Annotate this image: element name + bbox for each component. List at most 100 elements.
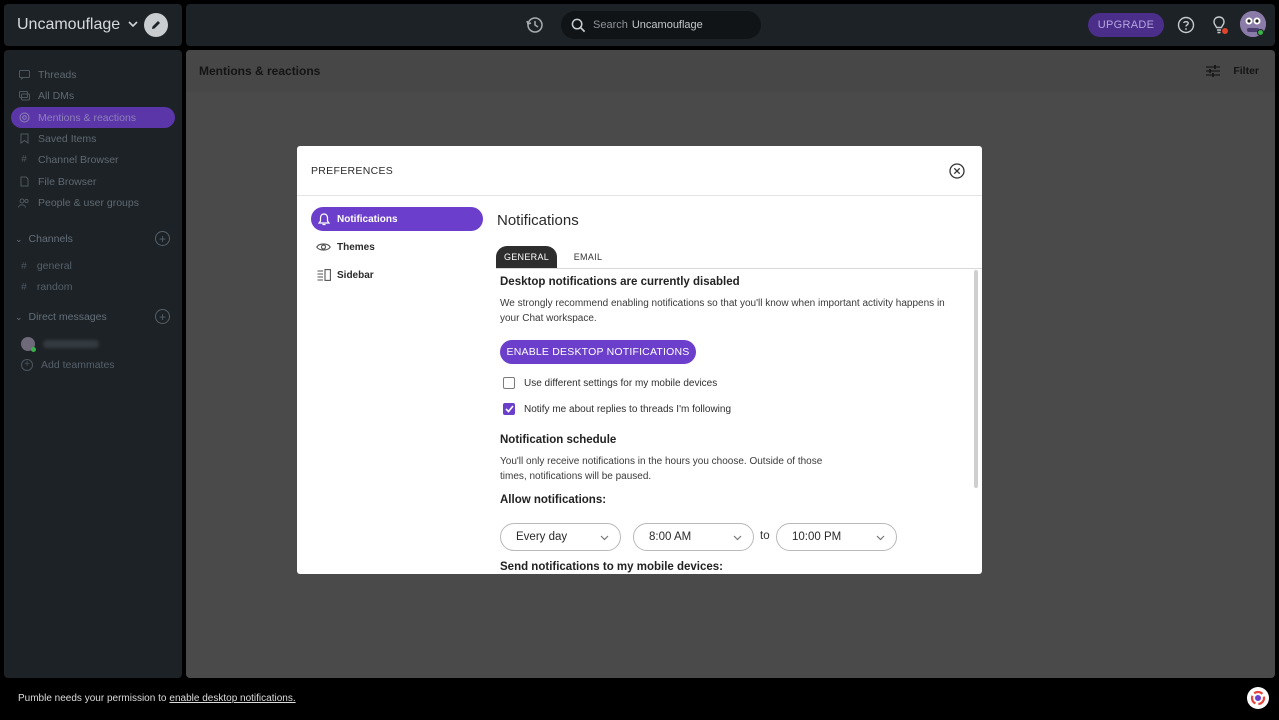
upgrade-button[interactable]: UPGRADE	[1088, 13, 1164, 37]
chevron-down-icon[interactable]: ⌄	[15, 312, 23, 323]
at-icon	[18, 112, 30, 124]
pref-nav-themes[interactable]: Themes	[311, 235, 483, 259]
preferences-nav: Notifications Themes Sidebar	[311, 207, 483, 291]
mobile-heading: Send notifications to my mobile devices:	[500, 561, 724, 573]
plus-circle-icon: +	[21, 359, 33, 371]
file-icon	[18, 176, 30, 188]
dm-item[interactable]	[21, 337, 99, 352]
thread-replies-checkbox[interactable]	[503, 403, 515, 415]
avatar	[21, 337, 36, 352]
sidebar-item-mentions[interactable]: Mentions & reactions	[11, 107, 175, 128]
pref-nav-label: Notifications	[337, 213, 398, 225]
eye-icon	[316, 240, 331, 255]
filter-button[interactable]: Filter	[1206, 64, 1259, 78]
sliders-icon	[1206, 65, 1221, 77]
checkbox-label: Use different settings for my mobile dev…	[524, 377, 718, 389]
search-workspace: Uncamouflage	[631, 19, 703, 31]
pencil-icon	[152, 21, 160, 29]
pumble-logo-icon[interactable]	[1247, 687, 1269, 709]
pref-nav-notifications[interactable]: Notifications	[311, 207, 483, 231]
from-time-value: 8:00 AM	[649, 531, 692, 543]
notifications-scroll-area[interactable]: Desktop notifications are currently disa…	[496, 270, 982, 574]
from-time-select[interactable]: 8:00 AM	[633, 523, 754, 551]
hash-icon: #	[21, 260, 27, 272]
disabled-text: We strongly recommend enabling notificat…	[500, 298, 945, 324]
mobile-settings-checkbox-row[interactable]: Use different settings for my mobile dev…	[503, 377, 717, 389]
online-status-dot	[1257, 29, 1264, 36]
scrollbar[interactable]	[974, 270, 978, 488]
to-time-value: 10:00 PM	[792, 531, 842, 543]
schedule-heading: Notification schedule	[500, 434, 617, 446]
sidebar-item-label: All DMs	[38, 89, 75, 102]
schedule-text: You'll only receive notifications in the…	[500, 456, 823, 482]
page-title: Mentions & reactions	[199, 64, 321, 78]
top-bar: Search Uncamouflage UPGRADE	[186, 4, 1275, 46]
filter-label: Filter	[1233, 65, 1259, 77]
permission-banner: Pumble needs your permission to enable d…	[4, 681, 1275, 716]
hash-icon: #	[21, 281, 27, 293]
close-icon[interactable]	[949, 163, 965, 179]
day-select[interactable]: Every day	[500, 523, 621, 551]
mobile-settings-checkbox[interactable]	[503, 377, 515, 389]
bookmark-icon	[18, 133, 30, 145]
disabled-heading: Desktop notifications are currently disa…	[500, 276, 740, 288]
dm-heading: Direct messages	[28, 311, 107, 323]
dm-section-header[interactable]: ⌄ Direct messages +	[15, 309, 170, 325]
sidebar-item-label: Threads	[38, 68, 77, 81]
sidebar-item-channel-browser[interactable]: # Channel Browser	[11, 149, 175, 170]
history-icon[interactable]	[525, 15, 545, 35]
compose-button[interactable]	[144, 13, 168, 37]
sidebar-item-file-browser[interactable]: File Browser	[11, 171, 175, 192]
threads-icon	[18, 69, 30, 81]
channels-section-header[interactable]: ⌄ Channels +	[15, 231, 170, 247]
help-icon[interactable]	[1177, 16, 1195, 34]
chevron-down-icon[interactable]: ⌄	[15, 234, 23, 245]
channel-item-random[interactable]: # random	[21, 281, 72, 293]
sidebar-item-people[interactable]: People & user groups	[11, 192, 175, 213]
tab-email[interactable]: EMAIL	[568, 246, 608, 268]
preferences-content: Notifications GENERAL EMAIL Desktop noti…	[496, 197, 982, 574]
channel-item-general[interactable]: # general	[21, 260, 72, 272]
sidebar: Threads All DMs Mentions & reactions Sav…	[4, 50, 182, 678]
tab-general[interactable]: GENERAL	[496, 246, 557, 268]
dm-name-redacted	[43, 340, 99, 348]
allow-heading: Allow notifications:	[500, 494, 607, 506]
sidebar-item-label: People & user groups	[38, 196, 139, 209]
sidebar-item-all-dms[interactable]: All DMs	[11, 85, 175, 106]
workspace-name[interactable]: Uncamouflage	[17, 16, 120, 34]
sidebar-layout-icon	[316, 268, 331, 283]
people-icon	[18, 197, 30, 209]
enable-desktop-notifications-button[interactable]: ENABLE DESKTOP NOTIFICATIONS	[500, 340, 696, 364]
content-title: Notifications	[497, 212, 579, 229]
banner-text: Pumble needs your permission to	[18, 693, 167, 704]
sidebar-item-threads[interactable]: Threads	[11, 64, 175, 85]
bell-icon	[316, 212, 331, 227]
search-icon	[571, 18, 586, 32]
to-time-select[interactable]: 10:00 PM	[776, 523, 897, 551]
sidebar-item-label: Mentions & reactions	[38, 111, 137, 124]
search-input[interactable]: Search Uncamouflage	[561, 11, 761, 39]
sidebar-item-saved[interactable]: Saved Items	[11, 128, 175, 149]
add-dm-icon[interactable]: +	[155, 309, 170, 324]
channel-name: general	[36, 260, 72, 272]
pref-nav-sidebar[interactable]: Sidebar	[311, 263, 483, 287]
sidebar-item-label: Saved Items	[38, 132, 97, 145]
add-teammates-button[interactable]: + Add teammates	[21, 359, 115, 371]
dms-icon	[18, 90, 30, 102]
channels-heading: Channels	[28, 233, 73, 245]
checkbox-label: Notify me about replies to threads I'm f…	[524, 403, 732, 415]
chevron-down-icon[interactable]	[128, 19, 138, 31]
search-placeholder: Search	[593, 19, 628, 31]
to-label: to	[760, 530, 770, 542]
chevron-down-icon	[600, 535, 609, 541]
enable-notifications-link[interactable]: enable desktop notifications.	[169, 693, 295, 704]
thread-replies-checkbox-row[interactable]: Notify me about replies to threads I'm f…	[503, 403, 731, 415]
add-teammates-label: Add teammates	[41, 359, 115, 371]
sidebar-item-label: Channel Browser	[38, 153, 119, 166]
chevron-down-icon	[733, 535, 742, 541]
pref-nav-label: Themes	[337, 241, 375, 253]
pref-nav-label: Sidebar	[337, 269, 374, 281]
day-select-value: Every day	[516, 531, 568, 543]
workspace-header[interactable]: Uncamouflage	[4, 4, 182, 46]
add-channel-icon[interactable]: +	[155, 231, 170, 246]
